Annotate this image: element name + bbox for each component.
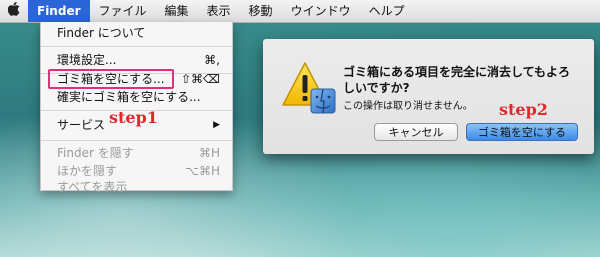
menu-item-label: 環境設定...	[57, 53, 117, 67]
menu-item-preferences[interactable]: 環境設定... ⌘,	[41, 51, 232, 69]
menu-item-secure-empty-trash[interactable]: 確実にゴミ箱を空にする...	[41, 88, 232, 106]
menubar-item-go[interactable]: 移動	[240, 0, 282, 22]
finder-menu: Finder について 環境設定... ⌘, ゴミ箱を空にする... ⇧⌘⌫ 確…	[40, 22, 233, 194]
empty-trash-dialog: ゴミ箱にある項目を完全に消去してもよろしいですか? この操作は取り消せません。 …	[263, 39, 594, 154]
menubar-item-finder[interactable]: Finder	[28, 0, 90, 22]
step2-annotation: step2	[499, 100, 548, 119]
dialog-message: この操作は取り消せません。	[343, 101, 473, 112]
step1-highlight-box	[48, 69, 174, 89]
menu-item-label: Finder を隠す	[57, 146, 134, 160]
menu-item-shortcut: ⇧⌘⌫	[180, 72, 220, 86]
menu-item-shortcut: ⌘H	[198, 146, 220, 160]
cancel-button[interactable]: キャンセル	[374, 123, 458, 141]
submenu-arrow-icon: ▶	[213, 120, 220, 130]
empty-trash-confirm-button[interactable]: ゴミ箱を空にする	[466, 123, 578, 141]
menubar-item-window[interactable]: ウインドウ	[282, 0, 360, 22]
warning-icon	[281, 61, 337, 115]
menu-item-hide-finder[interactable]: Finder を隠す ⌘H	[41, 144, 232, 162]
menu-separator	[41, 46, 232, 47]
menu-item-label: Finder について	[57, 26, 146, 40]
menu-item-label: 確実にゴミ箱を空にする...	[57, 90, 201, 104]
menu-item-about-finder[interactable]: Finder について	[41, 24, 232, 42]
menubar-item-help[interactable]: ヘルプ	[360, 0, 414, 22]
menu-item-label: すべてを表示	[57, 180, 128, 194]
step1-annotation: step1	[109, 108, 158, 127]
menubar-item-file[interactable]: ファイル	[90, 0, 156, 22]
menu-item-label: サービス	[57, 118, 106, 132]
apple-icon[interactable]	[0, 1, 28, 20]
menu-item-show-all[interactable]: すべてを表示	[41, 178, 232, 196]
menubar-item-edit[interactable]: 編集	[156, 0, 198, 22]
menu-separator	[41, 140, 232, 141]
menu-bar: Finder ファイル 編集 表示 移動 ウインドウ ヘルプ	[0, 0, 600, 23]
menu-item-shortcut: ⌘,	[204, 53, 220, 67]
menubar-item-view[interactable]: 表示	[198, 0, 240, 22]
dialog-title: ゴミ箱にある項目を完全に消去してもよろしいですか?	[343, 65, 571, 95]
